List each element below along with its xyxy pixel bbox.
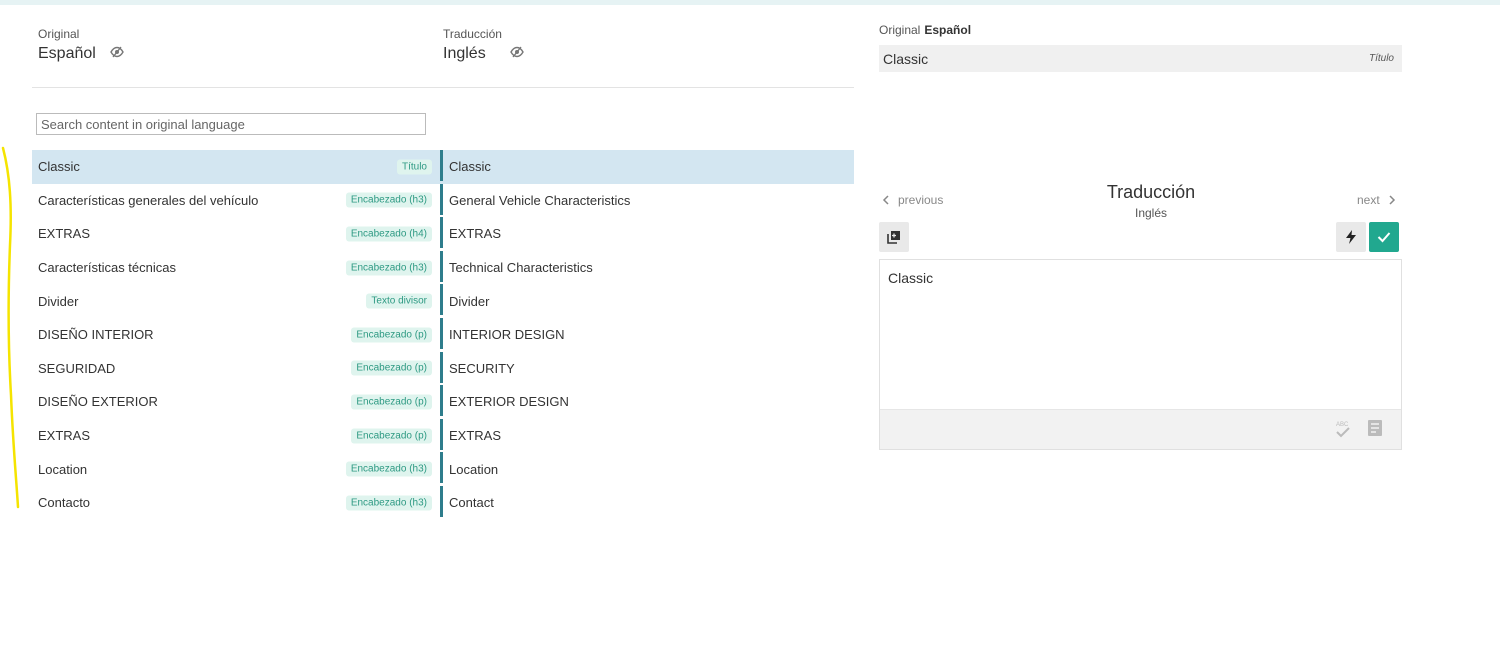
source-header: Original Español <box>879 23 971 37</box>
translation-panel-title: Traducción <box>1106 182 1196 202</box>
translation-editor-text[interactable]: Classic <box>888 270 933 286</box>
segment-row[interactable]: Divider Texto divisor Divider <box>32 284 854 318</box>
source-language: Español <box>924 23 972 37</box>
eye-off-icon[interactable] <box>510 45 524 63</box>
previous-button[interactable]: previous <box>882 193 943 207</box>
segment-row[interactable]: DISEÑO EXTERIOR Encabezado (p) EXTERIOR DE… <box>32 385 854 419</box>
header-divider <box>32 87 854 88</box>
search-input[interactable] <box>36 113 426 135</box>
yellow-annotation-mark <box>1 146 20 509</box>
segment-translation-text[interactable]: SECURITY <box>449 352 515 386</box>
chevron-left-icon <box>882 195 889 205</box>
segment-row[interactable]: Classic Título Classic <box>32 150 854 184</box>
segment-separator <box>440 485 443 517</box>
translation-language-name: Inglés <box>443 45 486 62</box>
segment-separator <box>440 284 443 316</box>
segment-separator <box>440 183 443 215</box>
segment-type-badge: Encabezado (h3) <box>345 260 432 276</box>
segment-translation-text[interactable]: EXTRAS <box>449 419 501 453</box>
segment-separator <box>440 351 443 383</box>
source-text: Classic <box>883 51 929 67</box>
previous-label: previous <box>898 193 944 207</box>
segment-separator <box>440 150 443 181</box>
segment-row[interactable]: DISEÑO INTERIOR Encabezado (p) INTERIOR DE… <box>32 317 854 352</box>
segment-type-badge: Título <box>396 159 432 175</box>
segment-type-badge: Encabezado (h3) <box>345 192 432 208</box>
segment-translation-text[interactable]: Location <box>449 452 498 486</box>
eye-off-icon[interactable] <box>110 45 125 63</box>
segment-separator <box>440 317 443 349</box>
segment-row[interactable]: Contacto Encabezado (h3) Contact <box>32 485 854 520</box>
spellcheck-icon[interactable]: ABC <box>1334 419 1352 444</box>
segment-translation-text[interactable]: Classic <box>449 150 491 184</box>
next-label: next <box>1357 193 1380 207</box>
segment-type-badge: Encabezado (p) <box>351 327 432 343</box>
segment-type-badge: Encabezado (p) <box>351 428 432 444</box>
segment-separator <box>440 385 443 417</box>
original-language-name: Español <box>38 45 96 62</box>
source-type: Título <box>1368 53 1394 64</box>
segment-original-text: DISEÑO INTERIOR <box>38 327 154 343</box>
svg-text:ABC: ABC <box>1336 422 1349 428</box>
next-button[interactable]: next <box>1357 193 1396 207</box>
segment-translation-text[interactable]: EXTRAS <box>449 217 501 251</box>
segment-row[interactable]: Características técnicas Encabezado (h3) T… <box>32 250 854 285</box>
segment-row[interactable]: SEGURIDAD Encabezado (p) SECURITY <box>32 351 854 386</box>
chevron-right-icon <box>1389 195 1395 205</box>
segment-type-badge: Texto divisor <box>366 293 432 309</box>
copy-source-button[interactable] <box>879 222 909 252</box>
check-icon <box>1377 232 1391 243</box>
segment-type-badge: Encabezado (p) <box>351 394 432 410</box>
segment-original-text: Características técnicas <box>38 260 176 276</box>
segment-type-badge: Encabezado (h4) <box>345 226 432 242</box>
segment-separator <box>440 452 443 484</box>
segment-separator <box>440 217 443 249</box>
top-accent-bar <box>0 0 1500 5</box>
segment-original-text: Classic <box>38 159 80 175</box>
segment-row[interactable]: EXTRAS Encabezado (p) EXTRAS <box>32 418 854 453</box>
machine-translate-button[interactable] <box>1336 222 1366 252</box>
source-original-label: Original <box>879 23 921 37</box>
translation-label: Traducción <box>443 27 502 41</box>
segment-original-text: Contacto <box>38 495 91 511</box>
segment-original-text: Location <box>38 461 88 477</box>
segment-original-text: Características generales del vehículo <box>38 192 259 208</box>
segment-type-badge: Encabezado (h3) <box>345 495 432 511</box>
segment-original-text: DISEÑO EXTERIOR <box>38 394 158 410</box>
translation-language-header: Traducción Inglés <box>443 27 524 63</box>
source-text-box: Classic Título <box>879 45 1402 72</box>
lightning-icon <box>1346 230 1356 244</box>
segment-original-text: SEGURIDAD <box>38 360 116 376</box>
segment-row[interactable]: Características generales del vehículo En… <box>32 183 854 218</box>
translation-editor[interactable]: Classic ABC <box>879 259 1402 450</box>
translation-panel-language: Inglés <box>1134 206 1168 220</box>
segment-translation-text[interactable]: Contact <box>449 486 494 520</box>
confirm-translation-button[interactable] <box>1369 222 1399 252</box>
original-language-header: Original Español <box>38 27 125 63</box>
segment-row[interactable]: EXTRAS Encabezado (h4) EXTRAS <box>32 217 854 251</box>
copy-source-icon <box>887 231 900 244</box>
segment-original-text: EXTRAS <box>38 226 91 242</box>
editor-toolbar: ABC <box>880 409 1401 449</box>
segment-translation-text[interactable]: EXTERIOR DESIGN <box>449 385 569 419</box>
segment-translation-text[interactable]: Technical Characteristics <box>449 251 593 285</box>
segment-translation-text[interactable]: INTERIOR DESIGN <box>449 318 565 352</box>
segment-translation-text[interactable]: General Vehicle Characteristics <box>449 184 630 218</box>
original-label: Original <box>38 27 80 41</box>
segment-translation-text[interactable]: Divider <box>449 284 489 318</box>
segment-separator <box>440 250 443 282</box>
segment-list: Classic Título Classic Características gene… <box>32 150 854 520</box>
segment-row[interactable]: Location Encabezado (h3) Location <box>32 452 854 486</box>
segment-type-badge: Encabezado (h3) <box>345 461 432 477</box>
segment-type-badge: Encabezado (p) <box>351 360 432 376</box>
glossary-icon[interactable] <box>1367 419 1383 442</box>
segment-original-text: Divider <box>38 293 79 309</box>
segment-separator <box>440 418 443 450</box>
segment-original-text: EXTRAS <box>38 428 91 444</box>
